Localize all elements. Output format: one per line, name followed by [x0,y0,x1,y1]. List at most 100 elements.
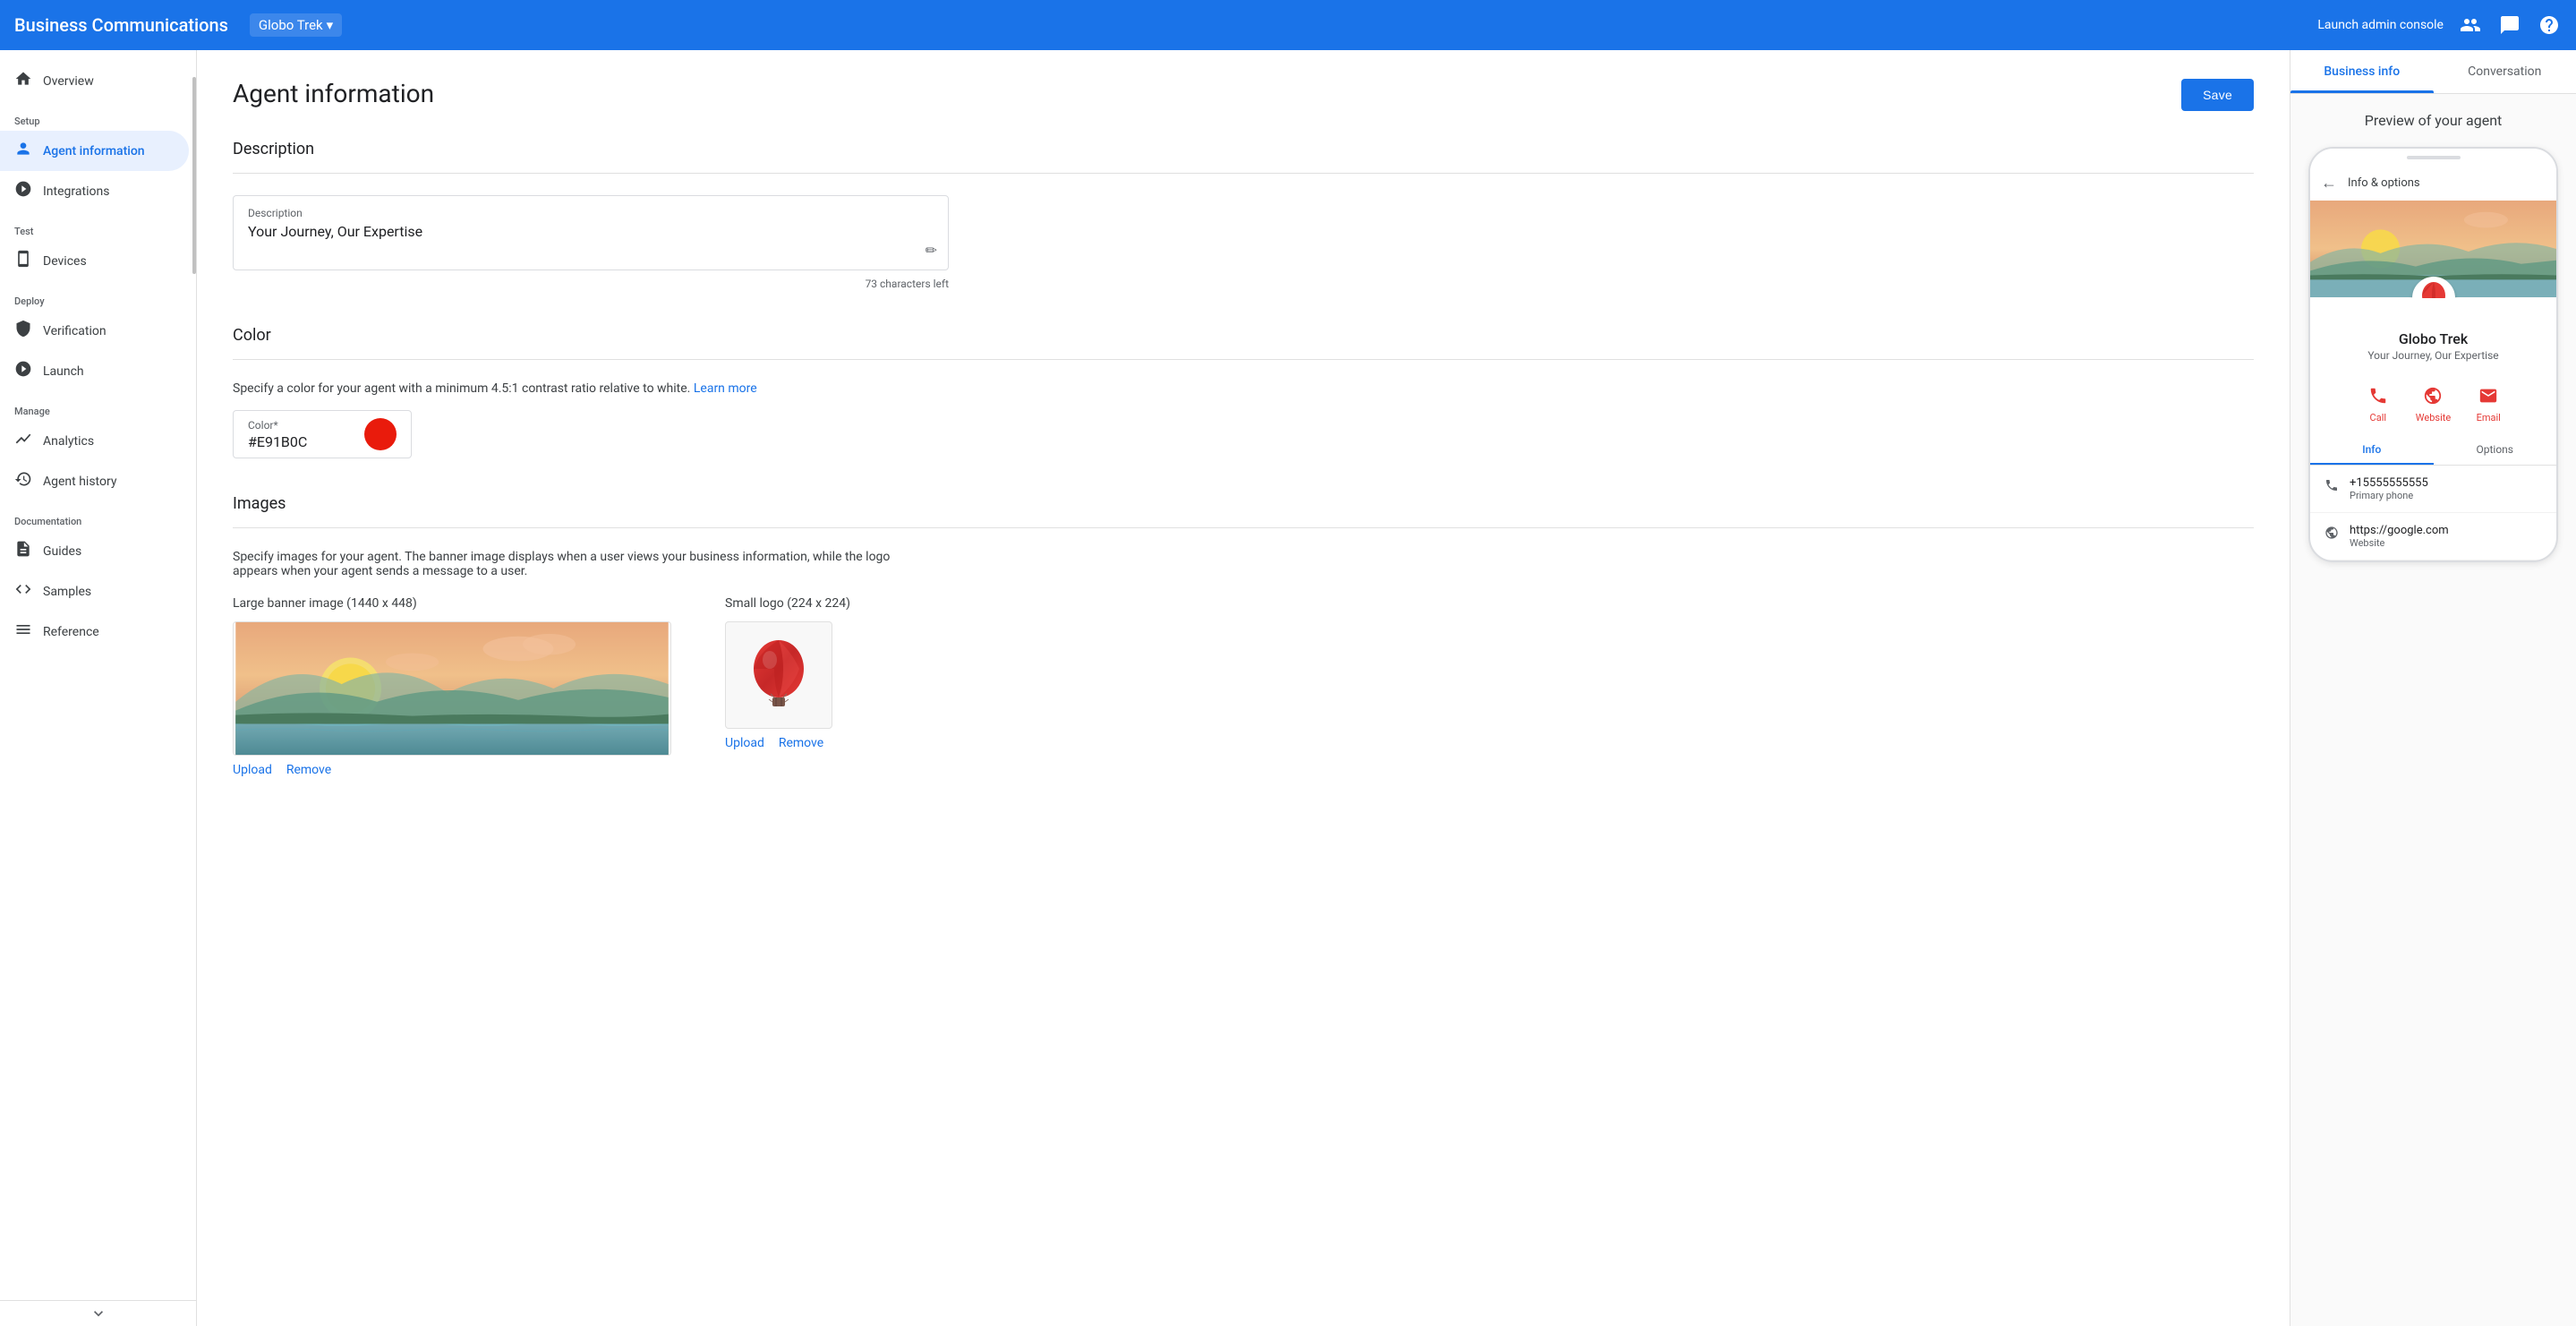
website-url-value: https://google.com [2350,524,2449,537]
phone-number-label: Primary phone [2350,490,2428,501]
brand-selector[interactable]: Globo Trek ▾ [250,13,342,37]
sidebar-label-devices: Devices [43,254,87,269]
reference-icon [14,620,32,643]
launch-admin-link[interactable]: Launch admin console [2317,18,2444,32]
phone-agent-name: Globo Trek [2324,330,2542,347]
chevron-down-icon: ▾ [327,17,334,33]
sidebar-label-reference: Reference [43,625,99,639]
sidebar-item-integrations[interactable]: Integrations [0,171,189,211]
images-section: Images Specify images for your agent. Th… [233,494,2254,777]
page-title: Agent information [233,79,434,108]
color-section-title: Color [233,326,2254,345]
tab-conversation[interactable]: Conversation [2434,50,2576,93]
sidebar-item-launch[interactable]: Launch [0,351,189,391]
phone-action-email[interactable]: Email [2476,383,2501,423]
sidebar-label-agent-information: Agent information [43,144,145,158]
sidebar-item-devices[interactable]: Devices [0,241,189,281]
history-icon [14,470,32,492]
samples-icon [14,580,32,603]
color-subtitle: Specify a color for your agent with a mi… [233,381,2254,396]
email-label: Email [2477,412,2501,423]
phone-agent-info: Globo Trek Your Journey, Our Expertise [2310,298,2556,372]
sidebar-item-samples[interactable]: Samples [0,571,189,612]
sidebar-label-integrations: Integrations [43,184,109,199]
phone-notch-bar [2407,156,2461,159]
website-info-icon [2324,526,2339,543]
edit-icon[interactable]: ✏ [925,242,937,259]
phone-action-website[interactable]: Website [2416,383,2451,423]
images-subtitle: Specify images for your agent. The banne… [233,550,931,578]
logo-column: Small logo (224 x 224) [725,596,850,750]
phone-notch [2310,149,2556,167]
top-navigation: Business Communications Globo Trek ▾ Lau… [0,0,2576,50]
page-header: Agent information Save [233,79,2254,111]
description-label: Description [248,207,934,219]
sidebar-item-reference[interactable]: Reference [0,612,189,652]
sidebar-section-setup: Setup [0,101,196,131]
sidebar-item-verification[interactable]: Verification [0,311,189,351]
sidebar-scroll-down[interactable] [0,1300,196,1326]
description-chars-left: 73 characters left [233,278,949,290]
sidebar-item-overview[interactable]: Overview [0,61,189,101]
right-panel: Business info Conversation Preview of yo… [2290,50,2576,1326]
sidebar-label-samples: Samples [43,585,91,599]
phone-info-row-website: https://google.com Website [2310,513,2556,560]
color-swatch[interactable] [364,418,397,450]
person-icon [14,140,32,162]
phone-banner [2310,200,2556,298]
description-field[interactable]: Description Your Journey, Our Expertise … [233,195,949,270]
description-value[interactable]: Your Journey, Our Expertise [248,223,934,259]
logo-thumbnail [725,621,832,729]
sidebar-item-guides[interactable]: Guides [0,531,189,571]
color-label: Color* [248,419,307,432]
banner-column: Large banner image (1440 x 448) [233,596,671,777]
phone-action-call[interactable]: Call [2366,383,2391,423]
images-row: Large banner image (1440 x 448) [233,596,2254,777]
description-section-title: Description [233,140,2254,158]
color-input[interactable]: Color* #E91B0C [233,410,412,458]
sidebar-item-agent-history[interactable]: Agent history [0,461,189,501]
save-button[interactable]: Save [2181,79,2254,111]
website-url-label: Website [2350,537,2449,549]
sidebar-item-agent-information[interactable]: Agent information [0,131,189,171]
sidebar: Overview Setup Agent information Integra… [0,50,197,1326]
description-section: Description Description Your Journey, Ou… [233,140,2254,290]
logo-remove-link[interactable]: Remove [779,736,823,750]
right-panel-tabs: Business info Conversation [2290,50,2576,94]
color-section: Color Specify a color for your agent wit… [233,326,2254,458]
sidebar-scrollbar[interactable] [192,77,196,274]
website-icon [2420,383,2445,408]
banner-remove-link[interactable]: Remove [286,763,331,777]
tab-business-info[interactable]: Business info [2290,50,2434,93]
phone-tab-info[interactable]: Info [2310,434,2434,465]
chat-icon[interactable] [2497,13,2522,38]
learn-more-link[interactable]: Learn more [694,381,757,396]
logo-actions: Upload Remove [725,736,850,750]
color-value[interactable]: #E91B0C [248,433,307,450]
phone-nav-label: Info & options [2348,176,2420,190]
sidebar-label-guides: Guides [43,544,81,559]
guides-icon [14,540,32,562]
phone-action-row: Call Website Email [2310,372,2556,434]
phone-icon [14,250,32,272]
phone-tab-options[interactable]: Options [2434,434,2557,465]
people-icon[interactable] [2458,13,2483,38]
main-layout: Overview Setup Agent information Integra… [0,50,2576,1326]
sidebar-label-agent-history: Agent history [43,475,116,489]
phone-agent-desc: Your Journey, Our Expertise [2324,349,2542,362]
logo-upload-link[interactable]: Upload [725,736,764,750]
phone-info-row-phone: +15555555555 Primary phone [2310,466,2556,513]
sidebar-label-launch: Launch [43,364,84,379]
banner-upload-link[interactable]: Upload [233,763,272,777]
help-icon[interactable] [2537,13,2562,38]
back-icon[interactable]: ← [2321,174,2337,192]
sidebar-label-overview: Overview [43,74,94,89]
logo-label: Small logo (224 x 224) [725,596,850,611]
topnav-right: Launch admin console [2317,13,2562,38]
banner-actions: Upload Remove [233,763,671,777]
call-label: Call [2370,412,2387,423]
shield-icon [14,320,32,342]
sidebar-item-analytics[interactable]: Analytics [0,421,189,461]
images-section-title: Images [233,494,2254,513]
integrations-icon [14,180,32,202]
